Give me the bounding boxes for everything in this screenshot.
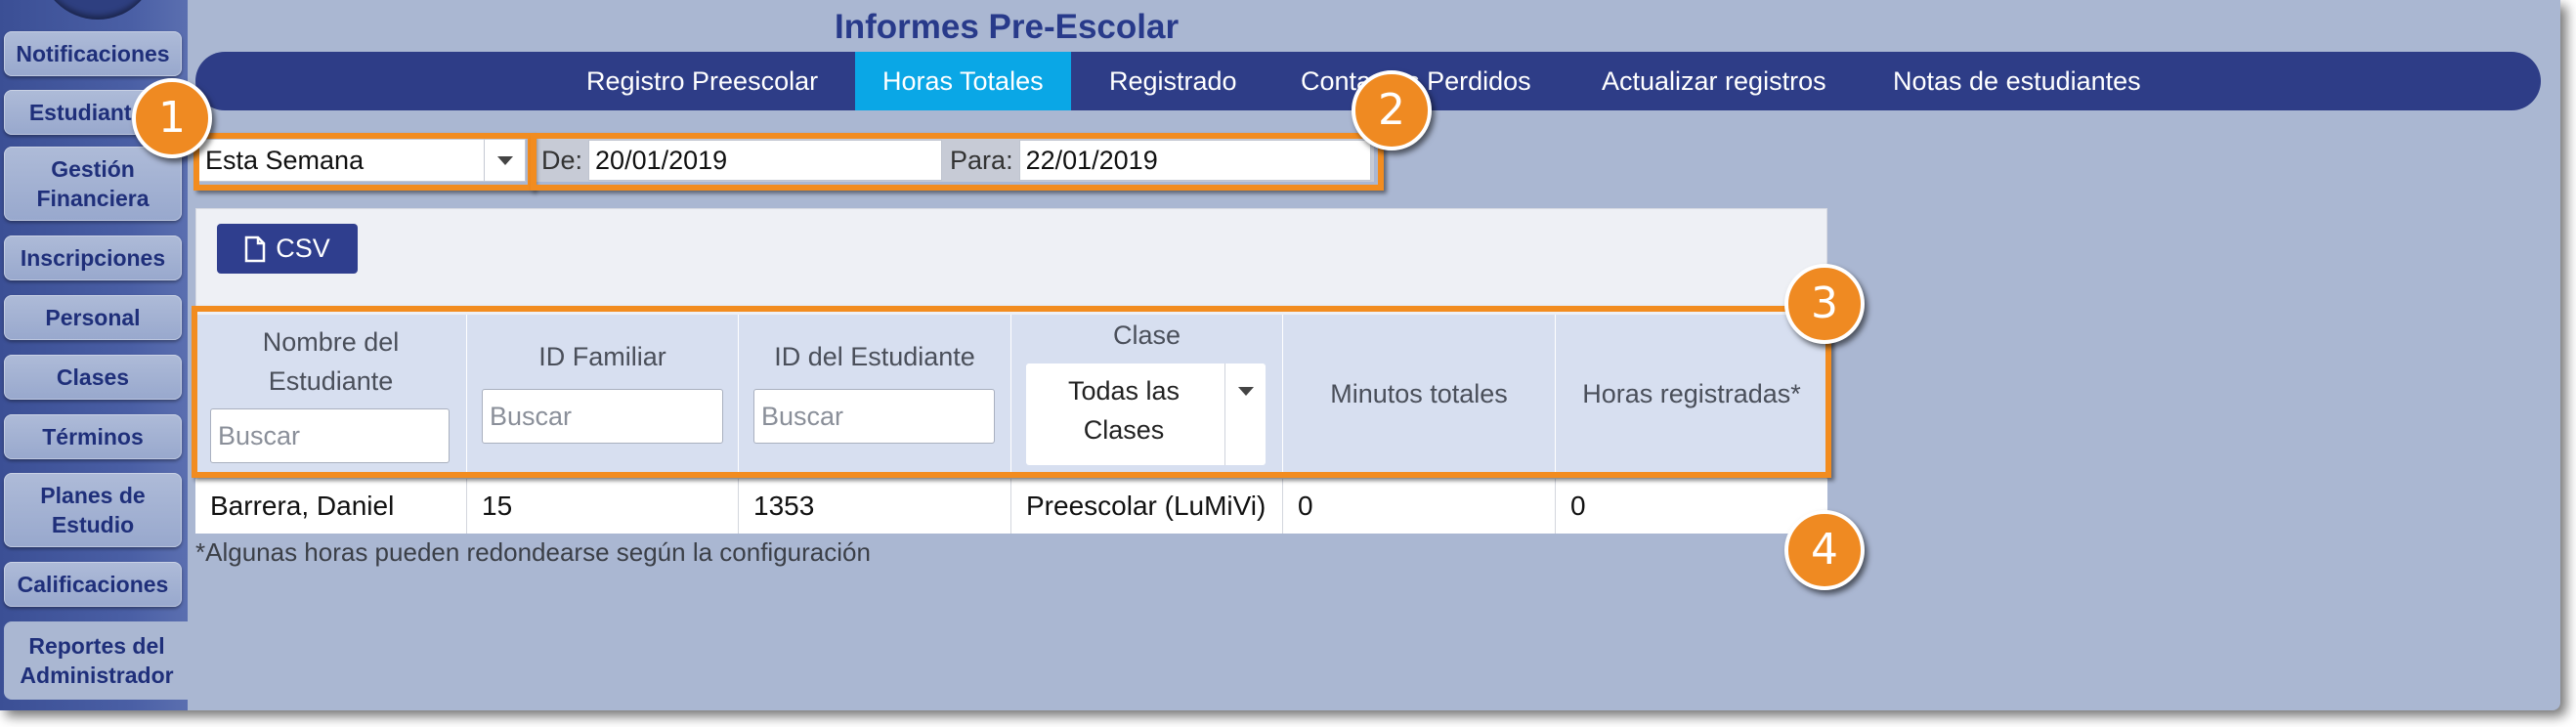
sidebar-item-label: Reportes del Administrador: [20, 633, 174, 688]
tab-registrado[interactable]: Registrado: [1109, 52, 1237, 110]
sidebar-item-planes-de-estudio[interactable]: Planes de Estudio: [4, 473, 182, 547]
document-icon: [244, 235, 266, 262]
app-window: Notificaciones Estudiantes Gestión Finan…: [0, 0, 2560, 710]
sidebar-item-label: Inscripciones: [20, 245, 166, 271]
sidebar-item-personal[interactable]: Personal: [4, 295, 182, 340]
sidebar-item-label: Términos: [42, 424, 144, 449]
sidebar-item-reportes-del-administrador[interactable]: Reportes del Administrador: [4, 621, 190, 700]
sidebar-item-label: Notificaciones: [16, 41, 170, 66]
sidebar-item-calificaciones[interactable]: Calificaciones: [4, 562, 182, 607]
sidebar-item-label: Planes de Estudio: [40, 483, 146, 537]
cell-student-id: 1353: [739, 479, 1011, 534]
sidebar-item-terminos[interactable]: Términos: [4, 414, 182, 459]
highlight-box-dates: [531, 133, 1384, 191]
tab-horas-totales[interactable]: Horas Totales: [855, 52, 1071, 110]
sidebar-item-label: Clases: [56, 364, 130, 390]
highlight-box-table-header: [192, 306, 1831, 478]
cell-hours-registered: 0: [1570, 491, 1586, 521]
callout-badge: 3: [1784, 264, 1865, 344]
tab-actualizar-registros[interactable]: Actualizar registros: [1602, 52, 1826, 110]
cell-student-name: Barrera, Daniel: [195, 479, 467, 534]
tab-registro-preescolar[interactable]: Registro Preescolar: [586, 52, 818, 110]
cell-total-minutes: 0: [1283, 479, 1556, 534]
csv-export-button[interactable]: CSV: [217, 224, 358, 274]
callout-badge: 1: [132, 78, 212, 158]
callout-badge: 2: [1352, 70, 1432, 150]
rounding-footnote: *Algunas horas pueden redondearse según …: [195, 537, 871, 567]
cell-class: Preescolar (LuMiVi): [1011, 479, 1283, 534]
tab-notas-de-estudiantes[interactable]: Notas de estudiantes: [1893, 52, 2141, 110]
sidebar-item-label: Gestión Financiera: [36, 156, 150, 211]
csv-label: CSV: [276, 234, 330, 263]
sidebar-item-inscripciones[interactable]: Inscripciones: [4, 235, 182, 280]
cell-family-id: 15: [467, 479, 739, 534]
sidebar-item-label: Personal: [45, 305, 141, 330]
sidebar-item-gestion-financiera[interactable]: Gestión Financiera: [4, 147, 182, 221]
sidebar-item-notificaciones[interactable]: Notificaciones: [4, 31, 182, 76]
page-title: Informes Pre-Escolar: [835, 8, 1180, 46]
sidebar-item-clases[interactable]: Clases: [4, 355, 182, 400]
sidebar-logo-knob: [39, 0, 156, 20]
table-row[interactable]: Barrera, Daniel 15 1353 Preescolar (LuMi…: [195, 479, 1827, 534]
callout-badge: 4: [1784, 510, 1865, 590]
highlight-box-period: [193, 133, 534, 191]
sidebar-item-label: Calificaciones: [17, 572, 169, 597]
